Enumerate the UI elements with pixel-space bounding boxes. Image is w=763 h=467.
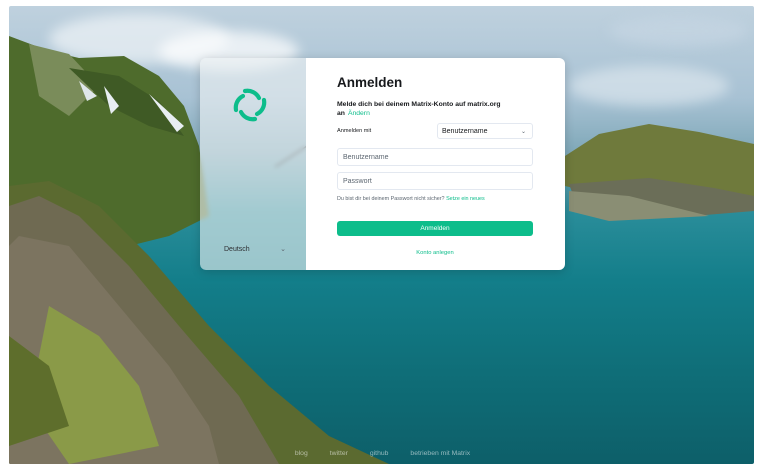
server-name: matrix.org [467, 101, 501, 108]
card-branding-panel: Deutsch ⌄ [200, 58, 306, 270]
footer-link-powered-by-matrix[interactable]: betrieben mit Matrix [410, 450, 470, 457]
login-subtitle: Melde dich bei deinem Matrix-Konto auf m… [337, 100, 527, 118]
chevron-down-icon: ⌄ [280, 246, 286, 253]
forgot-password-prompt: Du bist dir bei deinem Passwort nicht si… [337, 196, 445, 202]
login-subtitle-prefix: Melde dich bei deinem Matrix-Konto auf [337, 101, 468, 108]
footer-link-twitter[interactable]: twitter [330, 450, 348, 457]
reset-password-link[interactable]: Setze ein neues [446, 196, 485, 202]
login-subtitle-suffix: an [337, 110, 345, 117]
page-title: Anmelden [337, 75, 403, 90]
forgot-password-text: Du bist dir bei deinem Passwort nicht si… [337, 196, 485, 202]
login-form-panel: Anmelden Melde dich bei deinem Matrix-Ko… [306, 58, 565, 270]
login-type-value: Benutzername [442, 127, 488, 135]
chevron-down-icon: ⌄ [520, 128, 526, 135]
language-select[interactable]: Deutsch ⌄ [224, 242, 286, 256]
footer-links: blog twitter github betrieben mit Matrix [0, 450, 763, 457]
login-with-label: Anmelden mit [337, 128, 372, 134]
footer-link-blog[interactable]: blog [295, 450, 308, 457]
password-field[interactable] [337, 172, 533, 190]
login-type-select[interactable]: Benutzername ⌄ [437, 123, 533, 139]
username-field[interactable] [337, 148, 533, 166]
login-card: Deutsch ⌄ Anmelden Melde dich bei deinem… [200, 58, 565, 270]
sign-in-button[interactable]: Anmelden [337, 221, 533, 236]
change-server-link[interactable]: Ändern [348, 110, 370, 117]
footer-link-github[interactable]: github [370, 450, 389, 457]
element-logo-icon [233, 88, 267, 122]
create-account-link[interactable]: Konto anlegen [337, 250, 533, 256]
language-select-value: Deutsch [224, 245, 250, 253]
